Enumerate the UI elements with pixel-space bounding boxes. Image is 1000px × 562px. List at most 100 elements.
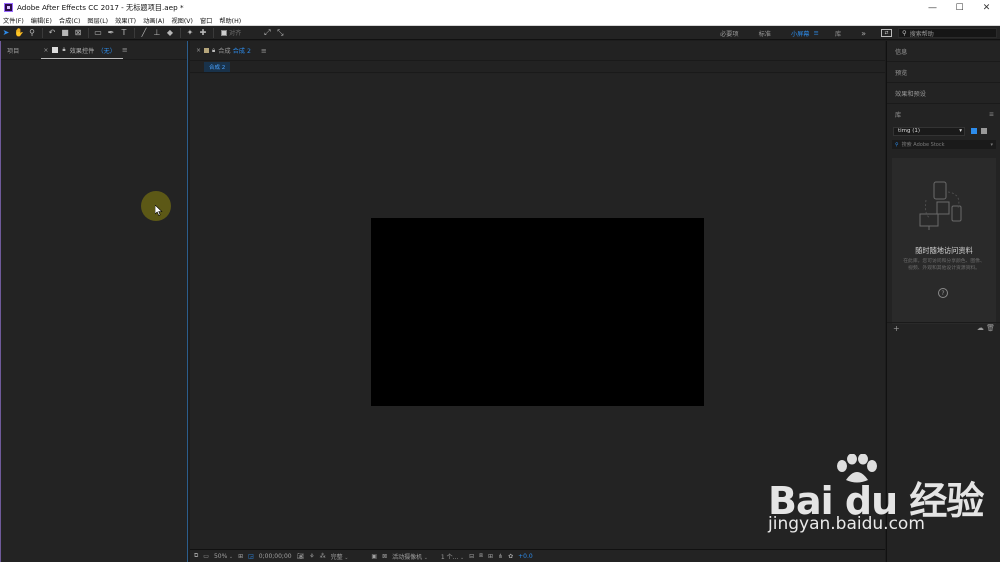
help-icon[interactable]: ? bbox=[938, 288, 948, 298]
menu-effect[interactable]: 效果(T) bbox=[115, 16, 136, 25]
always-preview-icon[interactable]: ⧉ bbox=[194, 552, 198, 560]
library-select[interactable]: timg (1) ▾ bbox=[893, 126, 965, 136]
snap-label: 对齐 bbox=[229, 30, 242, 37]
snap-checkbox[interactable] bbox=[221, 29, 227, 36]
close-button[interactable]: ✕ bbox=[973, 0, 1000, 15]
empty-state-description: 在此库，您可访问和分享颜色、图像、视频、外观和其他设计资源资料。 bbox=[903, 259, 985, 271]
rectangle-tool-icon[interactable]: ▭ bbox=[92, 27, 104, 39]
after-effects-logo-icon bbox=[4, 3, 13, 12]
monitor-icon[interactable]: ▭ bbox=[203, 553, 209, 560]
menu-file[interactable]: 文件(F) bbox=[3, 16, 24, 25]
menu-layer[interactable]: 图层(L) bbox=[87, 16, 108, 25]
snap-toggle[interactable]: 对齐 bbox=[221, 28, 241, 37]
view-layout-dropdown[interactable]: 1 个... bbox=[441, 552, 464, 561]
close-tab-icon[interactable]: × bbox=[43, 47, 48, 54]
close-tab-icon[interactable]: × bbox=[196, 47, 201, 54]
devices-illustration-icon bbox=[919, 181, 962, 230]
selection-tool-icon[interactable]: ➤ bbox=[0, 27, 12, 39]
workspace-menu-icon[interactable]: ≡ bbox=[814, 29, 819, 37]
rotate-tool-icon[interactable]: ↶ bbox=[46, 27, 58, 39]
exposure-reset-icon[interactable]: ✿ bbox=[508, 553, 513, 560]
panel-menu-icon[interactable]: ≡ bbox=[122, 46, 128, 54]
window-controls: — ☐ ✕ bbox=[919, 0, 1000, 15]
minimize-button[interactable]: — bbox=[919, 0, 946, 15]
left-panel-tabs: 项目 × 🔒︎ 效果控件 （无） ≡ bbox=[1, 41, 187, 60]
search-icon: ⚲ bbox=[902, 29, 907, 37]
effect-controls-target: （无） bbox=[97, 47, 116, 55]
workspace-standard[interactable]: 标准 bbox=[759, 29, 771, 38]
workspace-overflow-icon[interactable]: » bbox=[861, 29, 866, 38]
panel-effects-presets[interactable]: 效果和预设 bbox=[887, 83, 1000, 104]
menu-edit[interactable]: 编辑(E) bbox=[31, 16, 52, 25]
list-view-icon[interactable] bbox=[981, 128, 987, 134]
fast-preview-icon[interactable]: ⧈ bbox=[479, 552, 483, 560]
breadcrumb-composition-2[interactable]: 合成 2 bbox=[204, 61, 231, 72]
composition-footer: ⧉ ▭ 50% ⊞ ◲ 0;00;00;00 📷︎ ⚘ ⁂ 完整 ▣ ⊠ 活动摄… bbox=[190, 549, 885, 562]
tab-effect-controls[interactable]: 效果控件 （无） bbox=[70, 46, 116, 55]
add-content-icon[interactable]: + bbox=[893, 324, 900, 333]
expand-icon[interactable]: ⤡ bbox=[274, 27, 286, 39]
tab-composition-2[interactable]: 合成 2 bbox=[233, 46, 251, 55]
menu-view[interactable]: 视图(V) bbox=[172, 16, 193, 25]
composition-frame[interactable] bbox=[371, 218, 704, 406]
mask-visibility-icon[interactable]: ◲ bbox=[248, 553, 254, 560]
panel-info[interactable]: 信息 bbox=[887, 41, 1000, 62]
lock-icon[interactable]: 🔒︎ bbox=[62, 46, 65, 54]
flowchart-icon[interactable]: ⋔ bbox=[498, 553, 503, 560]
menu-help[interactable]: 帮助(H) bbox=[219, 16, 241, 25]
library-footer: + ☁ 🗑︎ bbox=[887, 322, 1000, 333]
snapshot-icon[interactable]: 📷︎ bbox=[297, 553, 305, 560]
magnification-dropdown[interactable]: 50% bbox=[214, 553, 233, 560]
watermark-site: jingyan.baidu.com bbox=[768, 514, 925, 534]
panel-preview[interactable]: 预览 bbox=[887, 62, 1000, 83]
empty-state-title: 随时随地访问资料 bbox=[915, 246, 973, 255]
library-empty-state: 随时随地访问资料 在此库，您可访问和分享颜色、图像、视频、外观和其他设计资源资料… bbox=[892, 158, 996, 324]
panel-menu-icon[interactable]: ≡ bbox=[989, 111, 994, 118]
workspace-small-screen[interactable]: 小屏幕 bbox=[791, 29, 810, 38]
hand-tool-icon[interactable]: ✋ bbox=[13, 27, 25, 39]
grid-view-icon[interactable] bbox=[971, 128, 977, 134]
menu-animation[interactable]: 动画(A) bbox=[143, 16, 164, 25]
channel-icon[interactable]: ⁂ bbox=[320, 553, 326, 560]
current-time[interactable]: 0;00;00;00 bbox=[259, 553, 292, 560]
menu-composition[interactable]: 合成(C) bbox=[59, 16, 81, 25]
resolution-dropdown[interactable]: 完整 bbox=[331, 552, 349, 561]
snap-option-icon[interactable]: ⤢ bbox=[261, 27, 273, 39]
zoom-tool-icon[interactable]: ⚲ bbox=[26, 27, 38, 39]
exposure-value[interactable]: +0.0 bbox=[518, 553, 533, 560]
maximize-button[interactable]: ☐ bbox=[946, 0, 973, 15]
stock-search-input[interactable]: ⚲ 搜索 Adobe Stock ▾ bbox=[892, 140, 996, 149]
eraser-tool-icon[interactable]: ◆ bbox=[164, 27, 176, 39]
timeline-icon[interactable]: ⊞ bbox=[488, 553, 493, 560]
camera-tool-icon[interactable]: ■ bbox=[59, 27, 71, 39]
brush-tool-icon[interactable]: ╱ bbox=[138, 27, 150, 39]
workspace-libraries[interactable]: 库 bbox=[835, 29, 841, 38]
safe-margins-icon[interactable]: ⊞ bbox=[238, 553, 243, 560]
menu-bar: 文件(F) 编辑(E) 合成(C) 图层(L) 效果(T) 动画(A) 视图(V… bbox=[0, 15, 1000, 26]
clone-stamp-tool-icon[interactable]: ⊥ bbox=[151, 27, 163, 39]
library-selector-row: timg (1) ▾ bbox=[887, 125, 1000, 137]
cloud-sync-icon[interactable]: ☁ 🗑︎ bbox=[977, 324, 995, 332]
roto-brush-tool-icon[interactable]: ✦ bbox=[184, 27, 196, 39]
show-snapshot-icon[interactable]: ⚘ bbox=[309, 553, 314, 560]
pan-behind-tool-icon[interactable]: ⊠ bbox=[72, 27, 84, 39]
menu-window[interactable]: 窗口 bbox=[200, 16, 212, 25]
region-of-interest-icon[interactable]: ▣ bbox=[371, 553, 377, 560]
toggle-pixel-aspect-icon[interactable]: ⊟ bbox=[469, 553, 474, 560]
composition-color-icon bbox=[204, 48, 210, 53]
composition-breadcrumb: 合成 2 bbox=[190, 61, 885, 73]
camera-dropdown[interactable]: 活动摄像机 bbox=[392, 552, 428, 561]
tools-toolbar: ➤ ✋ ⚲ ↶ ■ ⊠ ▭ ✒ T ╱ ⊥ ◆ ✦ ✚ 对齐 ⤢ ⤡ 必要项 标… bbox=[0, 26, 1000, 40]
pen-tool-icon[interactable]: ✒ bbox=[105, 27, 117, 39]
puppet-pin-tool-icon[interactable]: ✚ bbox=[197, 27, 209, 39]
type-tool-icon[interactable]: T bbox=[118, 27, 130, 39]
chevron-down-icon[interactable]: ▾ bbox=[990, 142, 993, 148]
toolbar-divider bbox=[134, 27, 135, 38]
sync-settings-icon[interactable]: ⇄ bbox=[881, 29, 892, 37]
lock-icon[interactable]: 🔒︎ bbox=[212, 47, 215, 55]
help-search-input[interactable]: ⚲ 搜索帮助 bbox=[898, 28, 997, 38]
panel-menu-icon[interactable]: ≡ bbox=[261, 47, 267, 55]
transparency-grid-icon[interactable]: ⊠ bbox=[382, 553, 387, 560]
tab-project[interactable]: 项目 bbox=[7, 46, 19, 55]
workspace-essentials[interactable]: 必要项 bbox=[720, 29, 739, 38]
